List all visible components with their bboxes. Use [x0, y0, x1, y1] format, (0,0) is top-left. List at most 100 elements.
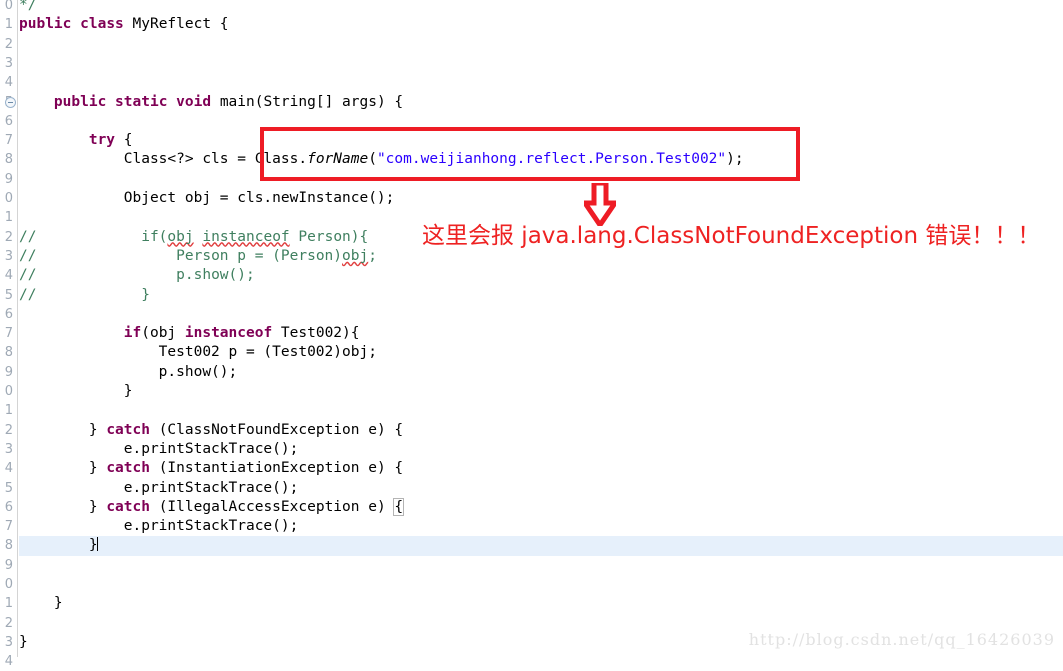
- line-number: 0: [4, 384, 13, 399]
- code-line[interactable]: [19, 35, 1063, 54]
- code-line[interactable]: e.printStackTrace();: [19, 440, 1063, 459]
- line-number: 6: [4, 499, 13, 515]
- code-token: instanceof: [202, 228, 290, 245]
- line-number: 0: [4, 577, 13, 592]
- code-line[interactable]: // }: [19, 286, 1063, 305]
- code-token: {: [115, 132, 133, 149]
- code-token: forName: [307, 151, 369, 168]
- code-token: e.printStackTrace();: [19, 440, 299, 457]
- line-number: 2: [4, 36, 13, 52]
- line-number: 1: [4, 403, 13, 419]
- code-line[interactable]: Object obj = cls.newInstance();: [19, 189, 1063, 208]
- code-line[interactable]: Test002 p = (Test002)obj;: [19, 343, 1063, 362]
- code-line[interactable]: Class<?> cls = Class.forName("com.weijia…: [19, 150, 1063, 169]
- code-line[interactable]: [19, 652, 1063, 657]
- code-token: p.show();: [36, 267, 255, 284]
- code-token: }: [19, 421, 107, 438]
- code-line[interactable]: public static void main(String[] args) {: [19, 93, 1063, 112]
- code-token: }: [19, 537, 98, 554]
- code-token: //: [19, 286, 37, 303]
- code-line[interactable]: } catch (InstantiationException e) {: [19, 459, 1063, 478]
- code-token: {: [393, 497, 405, 516]
- code-line[interactable]: [19, 73, 1063, 92]
- code-token: main(String[] args) {: [211, 93, 404, 110]
- code-token: catch: [106, 498, 150, 515]
- code-token: instanceof: [184, 325, 273, 342]
- code-token: catch: [106, 460, 150, 477]
- code-token: p.show();: [19, 363, 238, 380]
- line-number: 3: [4, 55, 13, 71]
- line-number-gutter[interactable]: 01234567890123456789012345678901234: [0, 0, 18, 669]
- code-line[interactable]: }: [19, 382, 1063, 401]
- code-token: public: [19, 16, 72, 33]
- code-token: Test002){: [272, 325, 360, 342]
- watermark: http://blog.csdn.net/qq_16426039: [748, 630, 1055, 649]
- code-line[interactable]: } catch (IllegalAccessException e) {: [19, 497, 1063, 517]
- line-number: 9: [4, 171, 13, 187]
- code-line[interactable]: [19, 54, 1063, 73]
- code-line[interactable]: // p.show();: [19, 266, 1063, 285]
- code-token: if: [123, 325, 142, 342]
- code-line[interactable]: [19, 112, 1063, 131]
- code-line[interactable]: }: [19, 594, 1063, 613]
- line-number: 4: [4, 654, 13, 670]
- code-token: Object obj = cls.newInstance();: [19, 190, 395, 206]
- code-token: //: [19, 247, 37, 264]
- code-token: static: [115, 93, 168, 110]
- code-token: (ClassNotFoundException e) {: [149, 421, 404, 438]
- code-token: (: [368, 151, 377, 168]
- code-editor[interactable]: 01234567890123456789012345678901234 */pu…: [0, 0, 1063, 669]
- line-number: 3: [4, 441, 13, 457]
- line-number: 2: [4, 229, 13, 245]
- code-line[interactable]: e.printStackTrace();: [19, 517, 1063, 536]
- fold-collapse-icon[interactable]: [5, 96, 16, 108]
- code-token: MyReflect {: [123, 16, 229, 33]
- code-line[interactable]: e.printStackTrace();: [19, 479, 1063, 498]
- code-line[interactable]: [19, 575, 1063, 594]
- code-token: );: [726, 151, 744, 168]
- line-number: 9: [4, 557, 13, 573]
- line-number: 1: [4, 210, 13, 226]
- code-token: Test002 p = (Test002)obj;: [19, 344, 377, 361]
- code-area[interactable]: */ public class MyReflect { public static…: [19, 0, 1063, 657]
- code-line[interactable]: [19, 170, 1063, 189]
- code-line[interactable]: if(obj instanceof Test002){: [19, 324, 1063, 343]
- line-number: 4: [4, 75, 13, 91]
- line-number: 1: [4, 596, 13, 612]
- code-line[interactable]: */: [19, 0, 1063, 15]
- line-number: 2: [4, 422, 13, 438]
- code-line[interactable]: public class MyReflect {: [19, 15, 1063, 34]
- line-number: 8: [4, 345, 13, 361]
- code-token: */: [19, 0, 37, 13]
- line-number: 3: [4, 634, 13, 650]
- code-line[interactable]: p.show();: [19, 363, 1063, 382]
- code-token: Person){: [289, 228, 369, 245]
- code-token: }: [36, 286, 150, 303]
- code-token: obj: [342, 247, 369, 264]
- line-number: 5: [4, 480, 13, 496]
- line-number: 4: [4, 268, 13, 284]
- code-token: e.printStackTrace();: [19, 479, 299, 496]
- line-number: 5: [4, 287, 13, 303]
- text-caret: [96, 537, 98, 552]
- line-number: 8: [4, 538, 13, 554]
- code-token: e.printStackTrace();: [19, 518, 299, 535]
- code-line-current[interactable]: }: [19, 536, 1063, 556]
- line-number: 6: [4, 306, 13, 322]
- code-line[interactable]: try {: [19, 131, 1063, 150]
- code-token: }: [19, 595, 63, 612]
- code-token: //: [19, 228, 37, 245]
- code-line[interactable]: [19, 556, 1063, 575]
- line-number: 3: [4, 248, 13, 264]
- code-line[interactable]: [19, 305, 1063, 324]
- line-number: 0: [4, 0, 13, 13]
- code-line[interactable]: } catch (ClassNotFoundException e) {: [19, 421, 1063, 440]
- line-number: 0: [4, 191, 13, 206]
- code-token: (InstantiationException e) {: [149, 460, 404, 477]
- code-line[interactable]: [19, 401, 1063, 420]
- down-arrow-icon: [580, 180, 620, 230]
